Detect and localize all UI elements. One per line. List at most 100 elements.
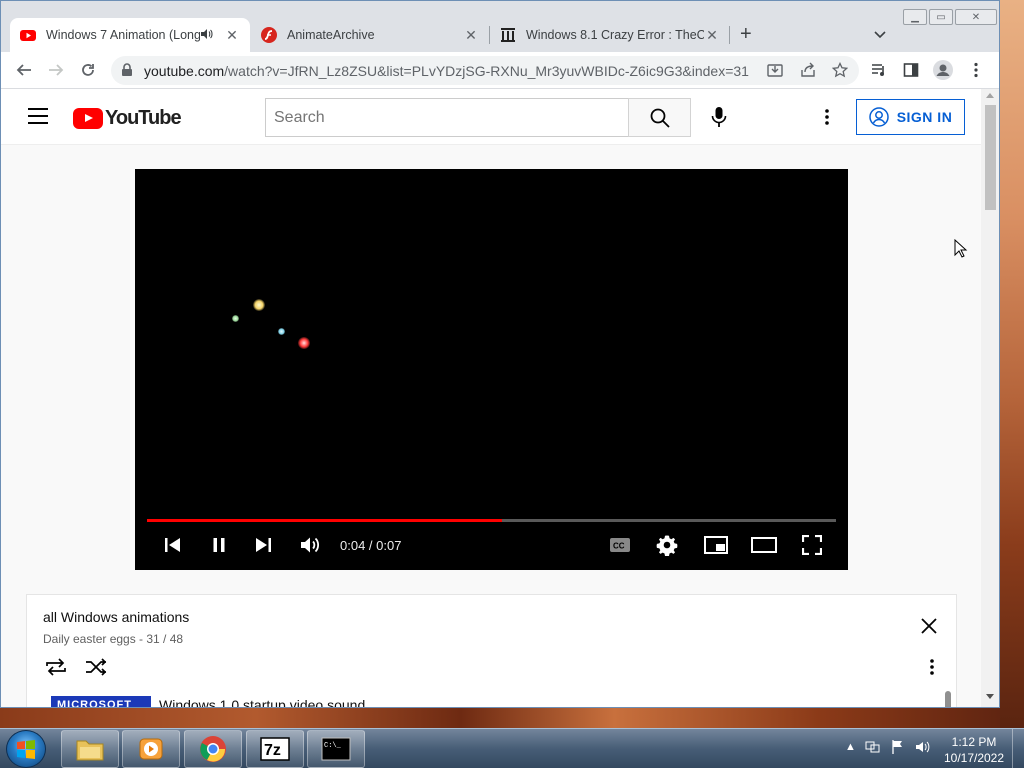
next-icon[interactable] [253, 533, 273, 557]
speaker-icon[interactable] [200, 28, 216, 43]
search-box [265, 98, 629, 137]
miniplayer-icon[interactable] [703, 533, 729, 557]
close-playlist-icon[interactable] [920, 617, 940, 637]
playlist-scrollbar[interactable] [945, 691, 951, 707]
desktop-wallpaper-bottom [0, 706, 1024, 728]
side-panel-icon[interactable] [901, 60, 921, 80]
share-icon[interactable] [798, 60, 818, 80]
url-text: youtube.com/watch?v=JfRN_Lz8ZSU&list=PLv… [144, 63, 749, 79]
flash-icon [261, 27, 277, 43]
tab-search-chevron-icon[interactable] [874, 26, 886, 42]
theater-mode-icon[interactable] [751, 533, 777, 557]
shuffle-icon[interactable] [84, 657, 108, 680]
close-tab-icon[interactable]: ✕ [463, 27, 479, 44]
tab-title: Windows 7 Animation (Long [46, 28, 200, 42]
svg-text:7z: 7z [264, 742, 281, 759]
youtube-wordmark: YouTube [105, 107, 182, 129]
youtube-logo[interactable]: YouTube [73, 107, 182, 130]
mouse-cursor-icon [954, 239, 968, 258]
fullscreen-icon[interactable] [800, 533, 824, 557]
scroll-up-arrow-icon[interactable] [986, 93, 994, 98]
show-desktop-button[interactable] [1012, 729, 1024, 768]
tab-youtube[interactable]: Windows 7 Animation (Long ✕ [10, 18, 250, 52]
sign-in-label: SIGN IN [896, 109, 953, 125]
search-button[interactable] [628, 98, 691, 137]
tab-archive[interactable]: Windows 8.1 Crazy Error : TheCra ✕ [490, 18, 730, 52]
bookmark-star-icon[interactable] [830, 60, 850, 80]
maximize-button[interactable]: ▭ [929, 9, 953, 25]
taskbar-explorer[interactable] [61, 730, 119, 768]
microphone-icon [711, 107, 727, 127]
forward-icon[interactable] [46, 60, 66, 80]
tab-divider [729, 26, 730, 44]
volume-icon[interactable] [298, 533, 322, 557]
network-icon[interactable] [865, 739, 881, 755]
action-center-flag-icon[interactable] [890, 739, 906, 755]
playlist-more-icon[interactable] [930, 659, 934, 678]
time-display: 0:04 / 0:07 [340, 538, 402, 553]
windows-logo-icon [17, 740, 35, 759]
desktop-wallpaper-right [1000, 0, 1024, 728]
taskbar-7zip[interactable]: 7z [246, 730, 304, 768]
show-hidden-icons-icon[interactable]: ▲ [845, 741, 856, 753]
address-bar[interactable]: youtube.com/watch?v=JfRN_Lz8ZSU&list=PLv… [111, 56, 859, 85]
taskbar-chrome[interactable] [184, 730, 242, 768]
scroll-down-arrow-icon[interactable] [986, 694, 994, 699]
taskbar-clock[interactable]: 1:12 PM 10/17/2022 [938, 734, 1010, 766]
tab-animatearchive[interactable]: AnimateArchive ✕ [251, 18, 489, 52]
close-tab-icon[interactable]: ✕ [224, 27, 240, 44]
playlist-item-title[interactable]: Windows 1.0 startup video sound [159, 697, 365, 707]
volume-tray-icon[interactable] [915, 739, 931, 755]
start-button[interactable] [6, 730, 46, 768]
new-tab-button[interactable]: + [740, 24, 752, 44]
profile-avatar-icon[interactable] [933, 60, 953, 80]
command-prompt-icon: C:\_ [321, 737, 351, 761]
settings-more-icon[interactable] [817, 104, 837, 130]
sign-in-button[interactable]: SIGN IN [856, 99, 965, 135]
playlist-title[interactable]: all Windows animations [43, 609, 189, 625]
close-window-button[interactable]: ✕ [955, 9, 997, 25]
animation-orb [253, 299, 265, 311]
media-controls-icon[interactable] [869, 60, 889, 80]
video-player[interactable]: 0:04 / 0:07 CC [135, 169, 848, 570]
playlist-subtitle: Daily easter eggs - 31 / 48 [43, 632, 184, 646]
minimize-button[interactable]: ▁ [903, 9, 927, 25]
taskbar-media-player[interactable] [122, 730, 180, 768]
account-icon [868, 107, 889, 127]
youtube-icon [20, 30, 36, 41]
previous-icon[interactable] [163, 533, 183, 557]
chrome-menu-icon[interactable] [966, 60, 986, 80]
svg-text:C:\_: C:\_ [324, 742, 342, 750]
browser-toolbar: youtube.com/watch?v=JfRN_Lz8ZSU&list=PLv… [1, 52, 999, 89]
animation-orb [278, 328, 285, 335]
playlist-item-thumbnail[interactable]: MICROSOFT [51, 696, 151, 707]
hamburger-menu-icon[interactable] [28, 108, 48, 124]
captions-icon[interactable]: CC [608, 533, 632, 557]
back-icon[interactable] [14, 60, 34, 80]
folder-icon [76, 740, 104, 761]
search-icon [650, 108, 670, 128]
chrome-window: Windows 7 Animation (Long ✕ AnimateArchi… [0, 0, 1000, 708]
scrollbar-thumb[interactable] [985, 105, 996, 210]
lock-icon[interactable] [121, 63, 133, 77]
voice-search-button[interactable] [704, 102, 734, 132]
taskbar-cmd[interactable]: C:\_ [307, 730, 365, 768]
close-tab-icon[interactable]: ✕ [704, 27, 720, 44]
archive-icon [501, 28, 515, 42]
clock-time: 1:12 PM [951, 735, 997, 749]
progress-bar-fill [147, 519, 502, 522]
progress-bar[interactable] [147, 519, 836, 522]
page-scrollbar[interactable] [981, 89, 999, 707]
youtube-page: YouTube SIGN IN [1, 89, 981, 707]
tab-strip: Windows 7 Animation (Long ✕ AnimateArchi… [1, 1, 999, 52]
reload-icon[interactable] [78, 60, 98, 80]
svg-text:CC: CC [613, 542, 625, 551]
loop-icon[interactable] [44, 657, 68, 680]
system-tray: ▲ [845, 739, 931, 755]
search-input[interactable] [266, 99, 629, 136]
settings-gear-icon[interactable] [655, 533, 679, 557]
pause-icon[interactable] [209, 533, 229, 557]
chrome-icon [200, 736, 226, 762]
tab-title: Windows 8.1 Crazy Error : TheCra [526, 28, 704, 42]
install-icon[interactable] [765, 60, 785, 80]
